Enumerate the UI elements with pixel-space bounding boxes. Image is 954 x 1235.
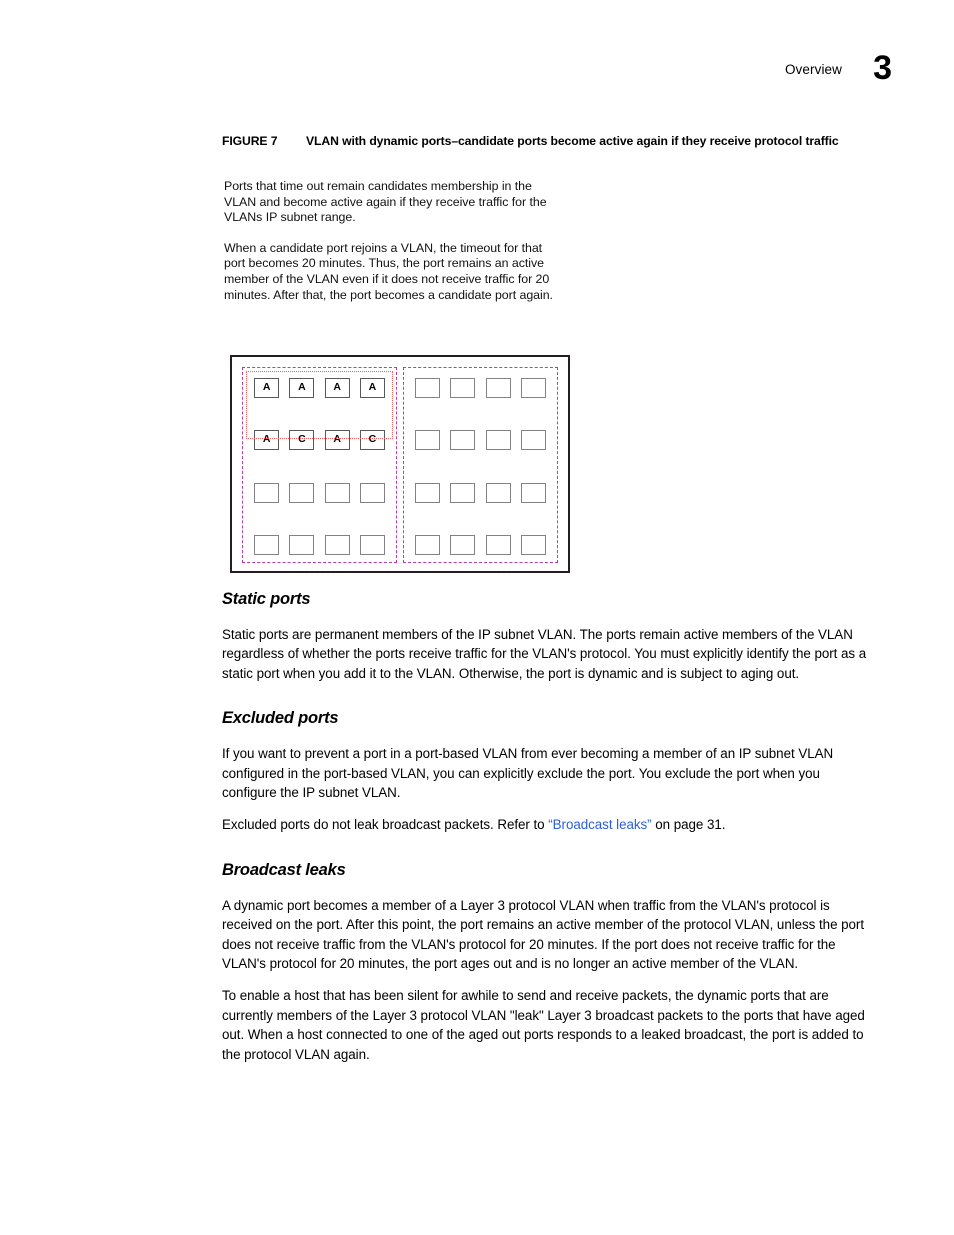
port: A bbox=[289, 378, 315, 398]
port-row bbox=[410, 482, 551, 504]
page-number: 3 bbox=[873, 49, 892, 87]
port bbox=[485, 534, 511, 555]
port: A bbox=[324, 430, 350, 451]
port bbox=[324, 482, 350, 503]
section-broadcast-leaks: Broadcast leaks A dynamic port becomes a… bbox=[222, 861, 870, 1064]
port: A bbox=[324, 378, 350, 398]
diagram-inner: A A A A A C A C bbox=[242, 367, 558, 563]
port bbox=[520, 378, 546, 398]
port: C bbox=[289, 430, 315, 451]
port: A bbox=[254, 430, 280, 451]
xref-text-before: Excluded ports do not leak broadcast pac… bbox=[222, 817, 549, 833]
port-row bbox=[410, 377, 551, 399]
document-body: Static ports Static ports are permanent … bbox=[222, 590, 870, 1064]
figure-caption: FIGURE 7 VLAN with dynamic ports–candidat… bbox=[222, 134, 882, 148]
port bbox=[254, 482, 280, 503]
paragraph: Static ports are permanent members of th… bbox=[222, 627, 867, 681]
xref-text-after: on page 31. bbox=[651, 817, 726, 833]
port bbox=[450, 534, 476, 555]
figure-annotations: Ports that time out remain candidates me… bbox=[224, 179, 554, 303]
port bbox=[415, 378, 441, 398]
port bbox=[289, 534, 315, 555]
figure-label: FIGURE 7 bbox=[222, 134, 278, 148]
port: A bbox=[359, 378, 385, 398]
figure-annotation-2: When a candidate port rejoins a VLAN, th… bbox=[224, 240, 553, 302]
port bbox=[485, 482, 511, 503]
vlan-panel-right bbox=[403, 367, 558, 563]
paragraph: To enable a host that has been silent fo… bbox=[222, 988, 865, 1062]
section-excluded-ports: Excluded ports If you want to prevent a … bbox=[222, 709, 870, 835]
port-row bbox=[410, 534, 551, 556]
section-heading: Excluded ports bbox=[222, 709, 339, 728]
port bbox=[324, 534, 350, 555]
vlan-diagram: A A A A A C A C bbox=[230, 355, 570, 573]
port bbox=[485, 378, 511, 398]
section-heading: Broadcast leaks bbox=[222, 860, 346, 879]
port bbox=[359, 534, 385, 555]
port-row: A A A A bbox=[249, 377, 390, 399]
section-heading: Static ports bbox=[222, 590, 311, 608]
section-static-ports: Static ports Static ports are permanent … bbox=[222, 590, 870, 683]
port-row: A C A C bbox=[249, 429, 390, 451]
vlan-panel-left: A A A A A C A C bbox=[242, 367, 397, 563]
port-row bbox=[249, 482, 390, 504]
port bbox=[520, 430, 546, 451]
header-chapter-title: Overview bbox=[784, 62, 842, 77]
port bbox=[254, 534, 280, 555]
paragraph-with-crossreference: Excluded ports do not leak broadcast pac… bbox=[222, 815, 870, 834]
port bbox=[289, 482, 315, 503]
port bbox=[485, 430, 511, 451]
port-row bbox=[249, 534, 390, 556]
port bbox=[415, 482, 441, 503]
port bbox=[359, 482, 385, 503]
paragraph: A dynamic port becomes a member of a Lay… bbox=[222, 897, 865, 972]
port bbox=[450, 430, 476, 451]
port bbox=[520, 534, 546, 555]
port: C bbox=[359, 430, 385, 451]
port bbox=[415, 430, 441, 451]
page-header: Overview 3 bbox=[0, 49, 954, 98]
port: A bbox=[254, 378, 280, 398]
paragraph: If you want to prevent a port in a port-… bbox=[222, 746, 834, 801]
port-row bbox=[410, 429, 551, 451]
figure-caption-text: VLAN with dynamic ports–candidate ports … bbox=[306, 134, 839, 148]
port bbox=[450, 378, 476, 398]
port bbox=[520, 482, 546, 503]
broadcast-leaks-link[interactable]: “Broadcast leaks” bbox=[548, 817, 651, 832]
port bbox=[415, 534, 441, 555]
port bbox=[450, 482, 476, 503]
figure-annotation-1: Ports that time out remain candidates me… bbox=[224, 179, 547, 225]
